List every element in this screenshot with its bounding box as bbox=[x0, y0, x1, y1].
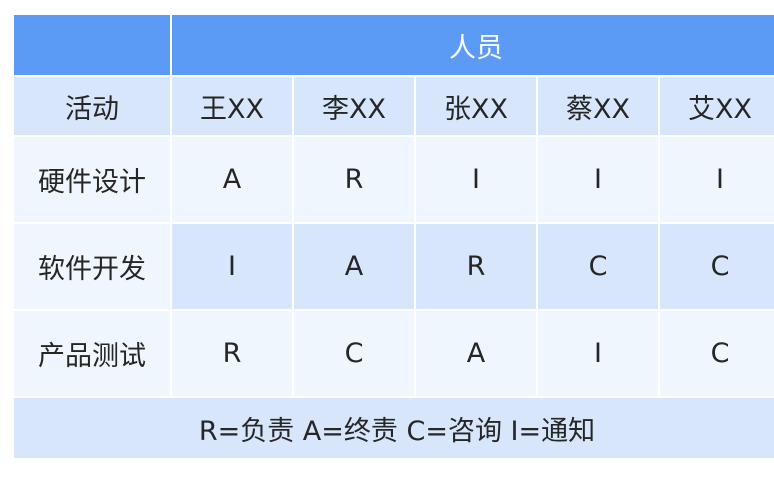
raci-cell: R bbox=[172, 311, 292, 396]
raci-cell: C bbox=[660, 224, 774, 309]
raci-cell: R bbox=[416, 224, 536, 309]
person-header: 王XX bbox=[172, 77, 292, 135]
raci-cell: I bbox=[538, 311, 658, 396]
raci-cell: R bbox=[294, 137, 414, 222]
raci-legend: R=负责 A=终责 C=咨询 I=通知 bbox=[14, 398, 774, 458]
raci-cell: A bbox=[416, 311, 536, 396]
raci-cell: I bbox=[416, 137, 536, 222]
raci-table: 人员 活动 王XX 李XX 张XX 蔡XX 艾XX 硬件设计 A R I I I… bbox=[14, 15, 774, 458]
activity-column-header: 活动 bbox=[14, 77, 170, 135]
person-header: 艾XX bbox=[660, 77, 774, 135]
activity-label: 软件开发 bbox=[14, 224, 170, 309]
raci-cell: I bbox=[538, 137, 658, 222]
activity-label: 硬件设计 bbox=[14, 137, 170, 222]
raci-cell: C bbox=[538, 224, 658, 309]
raci-cell: C bbox=[660, 311, 774, 396]
raci-cell: C bbox=[294, 311, 414, 396]
raci-cell: I bbox=[660, 137, 774, 222]
people-group-header: 人员 bbox=[172, 15, 774, 75]
activity-label: 产品测试 bbox=[14, 311, 170, 396]
raci-cell: A bbox=[172, 137, 292, 222]
person-header: 蔡XX bbox=[538, 77, 658, 135]
raci-cell: A bbox=[294, 224, 414, 309]
person-header: 张XX bbox=[416, 77, 536, 135]
corner-cell bbox=[14, 15, 170, 75]
raci-cell: I bbox=[172, 224, 292, 309]
person-header: 李XX bbox=[294, 77, 414, 135]
